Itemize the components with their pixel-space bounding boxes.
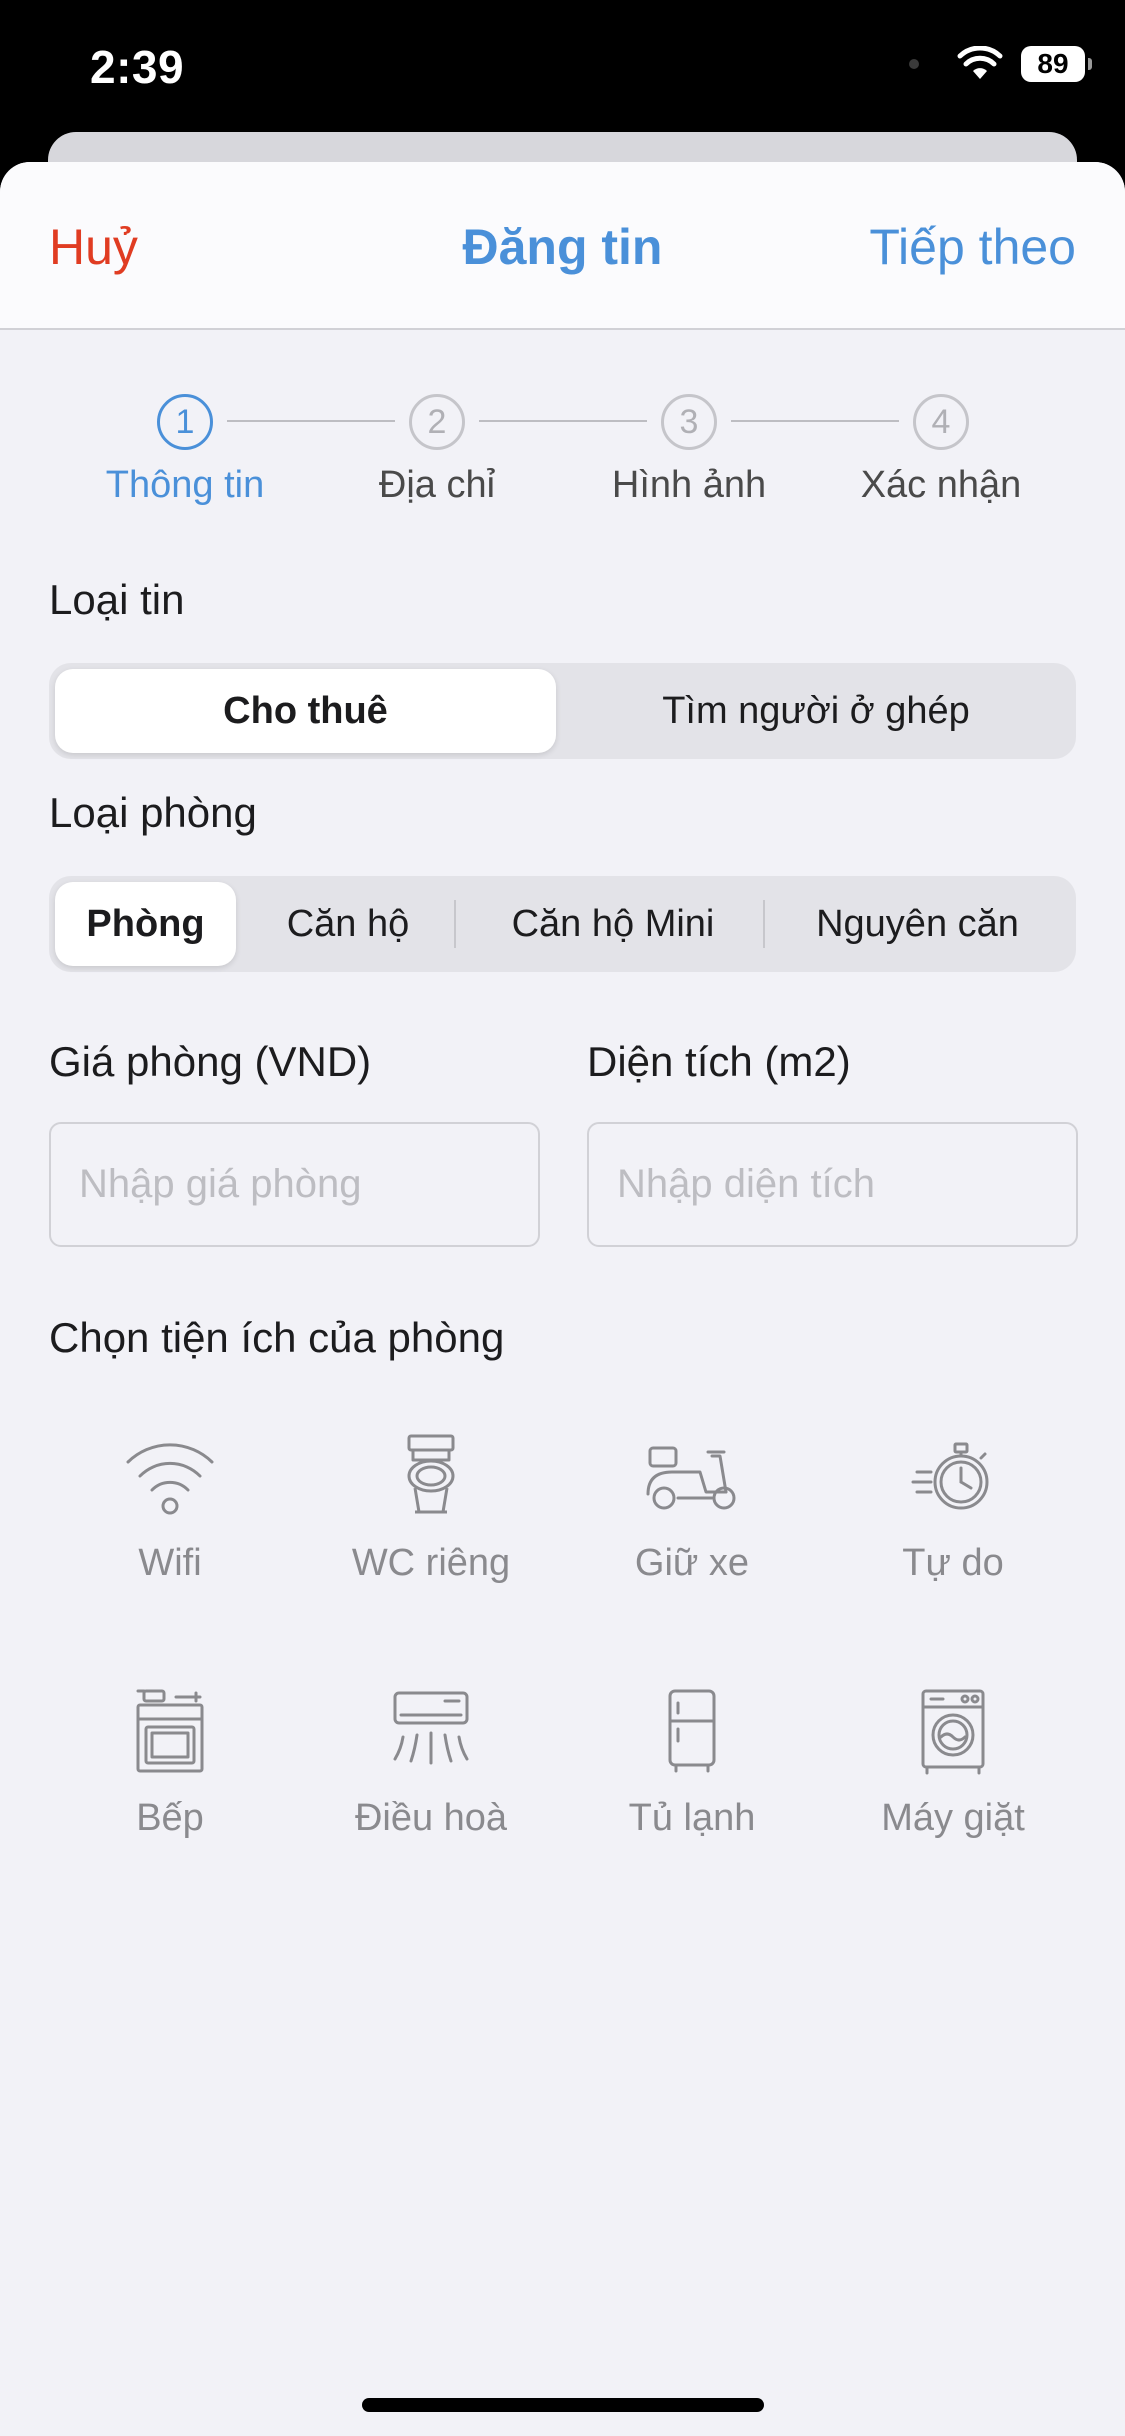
step-info[interactable]: 1 Thông tin [55, 394, 315, 507]
amenity-private-wc[interactable]: WC riêng [301, 1432, 561, 1585]
amenity-kitchen[interactable]: Bếp [40, 1687, 300, 1840]
step-confirm[interactable]: 4 Xác nhận [811, 394, 1071, 507]
status-indicators: 89 [909, 46, 1092, 82]
washing-machine-icon [921, 1689, 985, 1775]
area-label: Diện tích (m2) [587, 1038, 851, 1085]
step-label: Xác nhận [860, 464, 1022, 506]
price-label: Giá phòng (VND) [49, 1038, 372, 1085]
navigation-bar: Huỷ Đăng tin Tiếp theo [0, 162, 1125, 330]
area-input[interactable] [587, 1122, 1078, 1247]
step-label: Địa chỉ [378, 464, 496, 506]
room-type-segmented-control: Phòng Căn hộ Căn hộ Mini Nguyên căn [49, 876, 1076, 972]
step-images[interactable]: 3 Hình ảnh [559, 394, 819, 507]
battery-level: 89 [1037, 48, 1069, 79]
amenity-parking[interactable]: Giữ xe [562, 1432, 822, 1585]
amenity-wifi[interactable]: Wifi [40, 1432, 300, 1585]
status-bar: 2:39 89 [0, 0, 1125, 140]
segment-divider [454, 900, 456, 948]
next-button[interactable]: Tiếp theo [869, 218, 1076, 276]
listing-type-title: Loại tin [49, 576, 185, 623]
status-time: 2:39 [90, 41, 185, 93]
step-label: Thông tin [105, 464, 265, 506]
price-input[interactable] [49, 1122, 540, 1247]
room-type-room[interactable]: Phòng [55, 882, 236, 966]
step-number: 3 [661, 394, 717, 450]
post-listing-sheet: Huỷ Đăng tin Tiếp theo 1 Thông tin 2 Địa… [0, 162, 1125, 2436]
amenity-label: Tự do [902, 1542, 1004, 1584]
amenity-fridge[interactable]: Tủ lạnh [562, 1687, 822, 1840]
listing-type-segmented-control: Cho thuê Tìm người ở ghép [49, 663, 1076, 759]
fridge-icon [668, 1689, 716, 1773]
amenity-air-conditioner[interactable]: Điều hoà [301, 1687, 561, 1840]
amenity-label: Wifi [138, 1542, 202, 1584]
stove-icon [136, 1689, 204, 1773]
step-number: 1 [157, 394, 213, 450]
step-number: 4 [913, 394, 969, 450]
amenity-label: WC riêng [351, 1542, 511, 1584]
home-indicator[interactable] [362, 2398, 764, 2412]
amenity-free-time[interactable]: Tự do [823, 1432, 1083, 1585]
room-type-whole-house[interactable]: Nguyên căn [765, 882, 1070, 966]
scooter-icon [646, 1446, 736, 1510]
room-type-mini-apartment[interactable]: Căn hộ Mini [457, 882, 769, 966]
toilet-icon [407, 1434, 455, 1514]
listing-type-rent[interactable]: Cho thuê [55, 669, 556, 753]
amenities-title: Chọn tiện ích của phòng [49, 1314, 505, 1361]
air-conditioner-icon [393, 1691, 469, 1765]
amenity-label: Máy giặt [881, 1797, 1025, 1839]
step-label: Hình ảnh [611, 464, 767, 506]
amenity-label: Điều hoà [354, 1797, 508, 1839]
stopwatch-icon [911, 1442, 989, 1510]
amenity-label: Giữ xe [634, 1542, 750, 1584]
privacy-dot-icon [909, 59, 919, 69]
room-type-apartment[interactable]: Căn hộ [241, 882, 455, 966]
amenity-washing-machine[interactable]: Máy giặt [823, 1687, 1083, 1840]
wifi-icon [126, 1443, 214, 1515]
step-address[interactable]: 2 Địa chỉ [307, 394, 567, 507]
room-type-title: Loại phòng [49, 789, 257, 836]
battery-icon: 89 [1021, 46, 1092, 82]
screen: 2:39 89 Huỷ Đăng tin Tiếp theo 1 Thông t… [0, 0, 1125, 2436]
amenity-label: Tủ lạnh [628, 1797, 756, 1839]
wifi-signal-icon [957, 46, 1003, 82]
step-number: 2 [409, 394, 465, 450]
listing-type-roommate[interactable]: Tìm người ở ghép [562, 669, 1070, 753]
amenity-label: Bếp [136, 1797, 204, 1839]
